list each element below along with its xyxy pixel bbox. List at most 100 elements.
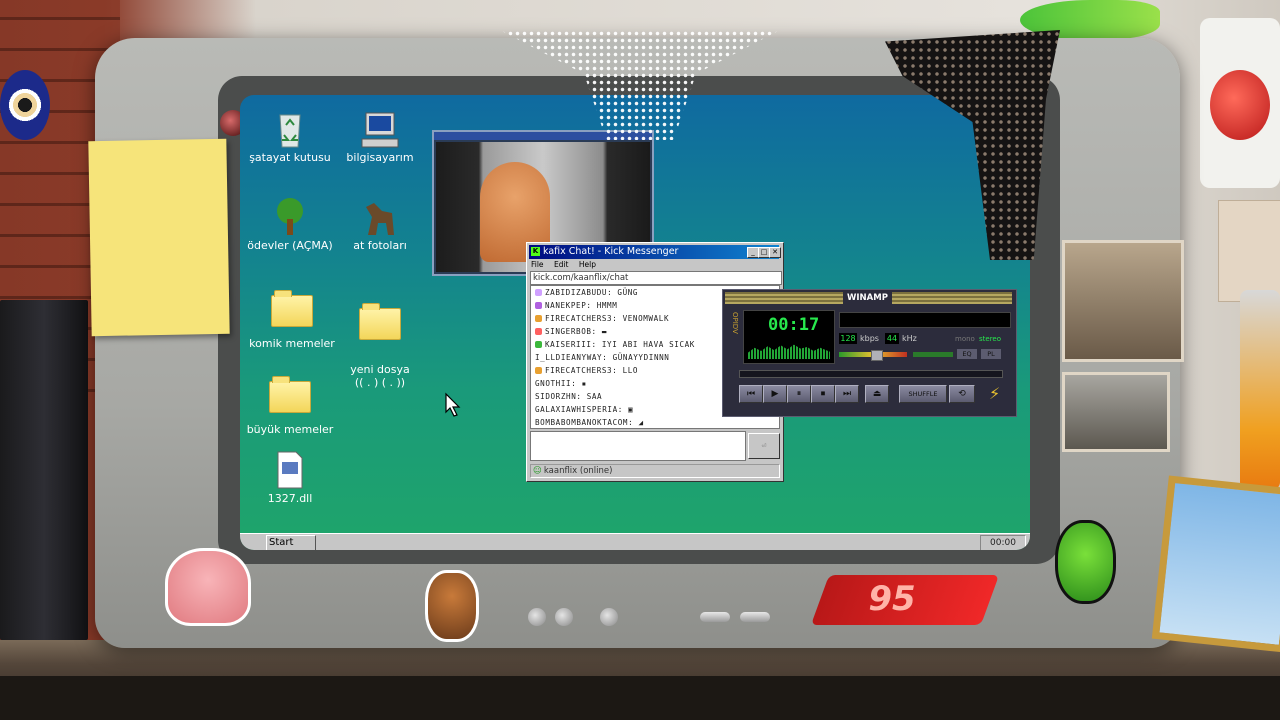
next-track-icon[interactable]: ⏭ bbox=[835, 385, 859, 403]
chat-username[interactable]: FIRECATCHERS3 bbox=[545, 314, 612, 323]
chat-separator: : bbox=[571, 379, 582, 388]
monkey-sticker bbox=[425, 570, 479, 642]
samplerate-unit: kHz bbox=[902, 334, 917, 343]
framed-photo bbox=[1151, 475, 1280, 653]
desktop-icon-homework[interactable]: ödevler (AÇMA) bbox=[242, 197, 338, 252]
chat-separator: : bbox=[628, 418, 639, 427]
shelf-front bbox=[0, 676, 1280, 720]
chat-separator: : bbox=[591, 327, 602, 336]
tv-knob[interactable] bbox=[555, 608, 573, 626]
stereo-indicator: stereo bbox=[979, 335, 1002, 343]
desktop-icon-recycle-bin[interactable]: şatayat kutusu bbox=[242, 109, 338, 164]
chat-text: GÜNG bbox=[617, 288, 639, 297]
volume-thumb[interactable] bbox=[870, 350, 883, 361]
desktop-icon-horse-photos[interactable]: at fotoları bbox=[332, 197, 428, 252]
bitrate-value: 128 bbox=[839, 333, 857, 344]
chat-username[interactable]: GNOTHII bbox=[535, 379, 571, 388]
status-text: kaanflix (online) bbox=[543, 466, 613, 476]
menu-file[interactable]: File bbox=[531, 260, 544, 269]
bottle bbox=[1240, 290, 1280, 490]
seek-bar[interactable] bbox=[739, 370, 1003, 378]
samplerate-value: 44 bbox=[885, 333, 899, 344]
chat-username[interactable]: KAISERIII bbox=[545, 340, 592, 349]
online-user-icon: ☺ bbox=[533, 466, 542, 476]
messenger-menu-bar: File Edit Help bbox=[531, 260, 779, 270]
user-badge-icon bbox=[535, 328, 542, 335]
photo-man bbox=[1062, 240, 1184, 362]
balance-slider[interactable] bbox=[913, 352, 953, 357]
desktop-icon-label: yeni dosya (( . ) ( . )) bbox=[350, 363, 410, 389]
chat-username[interactable]: GALAXIAWHISPERIA bbox=[535, 405, 618, 414]
chat-username[interactable]: BOMBABOMBANOKTACOM bbox=[535, 418, 628, 427]
tv-button[interactable] bbox=[740, 612, 770, 622]
mono-indicator: mono bbox=[955, 335, 975, 343]
menu-help[interactable]: Help bbox=[579, 260, 596, 269]
eject-icon[interactable]: ⏏ bbox=[865, 385, 889, 403]
light-switch bbox=[1218, 200, 1280, 302]
chat-username[interactable]: FIRECATCHERS3 bbox=[545, 366, 612, 375]
chat-text: ▪ bbox=[581, 379, 587, 388]
winamp-title-bar[interactable]: WINAMP bbox=[725, 291, 1012, 305]
tv-knob[interactable] bbox=[600, 608, 618, 626]
user-badge-icon bbox=[535, 367, 542, 374]
play-icon[interactable]: ▶ bbox=[763, 385, 787, 403]
user-badge-icon bbox=[535, 315, 542, 322]
playlist-toggle-button[interactable]: PL bbox=[981, 349, 1001, 359]
bitrate-unit: kbps bbox=[860, 334, 879, 343]
chat-text: HMMM bbox=[596, 301, 618, 310]
chat-separator: : bbox=[617, 405, 629, 414]
desktop-icon-new-folder[interactable]: yeni dosya (( . ) ( . )) bbox=[332, 291, 428, 402]
sticker-text: 95 bbox=[868, 579, 916, 619]
winamp-side-labels: OPIDV bbox=[731, 312, 739, 334]
spectrum-visualizer[interactable] bbox=[748, 344, 830, 359]
desktop-icon-label: komik memeler bbox=[249, 337, 335, 350]
menu-edit[interactable]: Edit bbox=[554, 260, 569, 269]
send-button[interactable]: ⏎ bbox=[748, 433, 780, 459]
close-icon[interactable]: ✕ bbox=[769, 247, 781, 258]
stop-icon[interactable]: ⏹ bbox=[811, 385, 835, 403]
address-bar[interactable]: kick.com/kaanflix/chat bbox=[530, 271, 782, 285]
tv-button[interactable] bbox=[700, 612, 730, 622]
chat-text: VENOMWALK bbox=[622, 314, 670, 323]
folder-icon bbox=[270, 290, 314, 333]
user-badge-icon bbox=[535, 302, 542, 309]
chat-username[interactable]: SIDORZHN bbox=[535, 392, 576, 401]
desktop-icon-dll[interactable]: 1327.dll bbox=[242, 450, 338, 505]
chat-separator: : bbox=[607, 288, 618, 297]
eq-toggle-button[interactable]: EQ bbox=[957, 349, 977, 359]
elapsed-time[interactable]: 00:17 bbox=[768, 315, 819, 335]
chat-username[interactable]: I_LLDIEANYWAY bbox=[535, 353, 602, 362]
chat-text: LLO bbox=[622, 366, 639, 375]
chat-text: IYI ABI HAVA SICAK bbox=[601, 340, 695, 349]
desktop-icon-label: at fotoları bbox=[353, 239, 407, 252]
chat-separator: : bbox=[576, 392, 587, 401]
repeat-icon[interactable]: ⟲ bbox=[949, 385, 975, 403]
chat-input[interactable] bbox=[530, 431, 746, 461]
shuffle-button[interactable]: SHUFFLE bbox=[899, 385, 947, 403]
tv-power-knob[interactable] bbox=[528, 608, 546, 626]
chat-username[interactable]: ZABIDIZABUDU bbox=[545, 288, 607, 297]
chat-username[interactable]: NANEKPEP bbox=[545, 301, 586, 310]
recycle-bin-icon bbox=[268, 109, 312, 148]
chat-separator: : bbox=[591, 340, 602, 349]
pause-icon[interactable]: ⏸ bbox=[787, 385, 811, 403]
desktop-icon-my-computer[interactable]: bilgisayarım bbox=[332, 109, 428, 164]
photo-group bbox=[1062, 372, 1170, 452]
folder-icon bbox=[358, 303, 402, 346]
start-button[interactable]: Start bbox=[266, 535, 316, 550]
sticky-note bbox=[88, 138, 230, 337]
desktop-icon-label: 1327.dll bbox=[267, 492, 313, 505]
desktop-icon-funny-memes[interactable]: komik memeler bbox=[244, 290, 340, 350]
song-title-display[interactable] bbox=[839, 312, 1011, 328]
messenger-title-bar[interactable]: K kafix Chat! - Kick Messenger _ □ ✕ bbox=[529, 245, 781, 259]
game-console bbox=[0, 300, 88, 640]
chat-text: ▬ bbox=[601, 327, 608, 336]
chat-username[interactable]: SINGERBOB bbox=[545, 327, 592, 336]
kick-logo-icon: K bbox=[531, 247, 540, 256]
winamp-player: WINAMP OPIDV 00:17 128 kbps 44 kHz mono … bbox=[722, 289, 1017, 417]
user-badge-icon bbox=[535, 341, 542, 348]
tree-icon bbox=[268, 197, 312, 235]
desktop-icon-big-memes[interactable]: büyük memeler bbox=[242, 376, 338, 436]
previous-track-icon[interactable]: ⏮ bbox=[739, 385, 763, 403]
chat-message: BOMBABOMBANOKTACOM: ◢ bbox=[531, 416, 779, 428]
